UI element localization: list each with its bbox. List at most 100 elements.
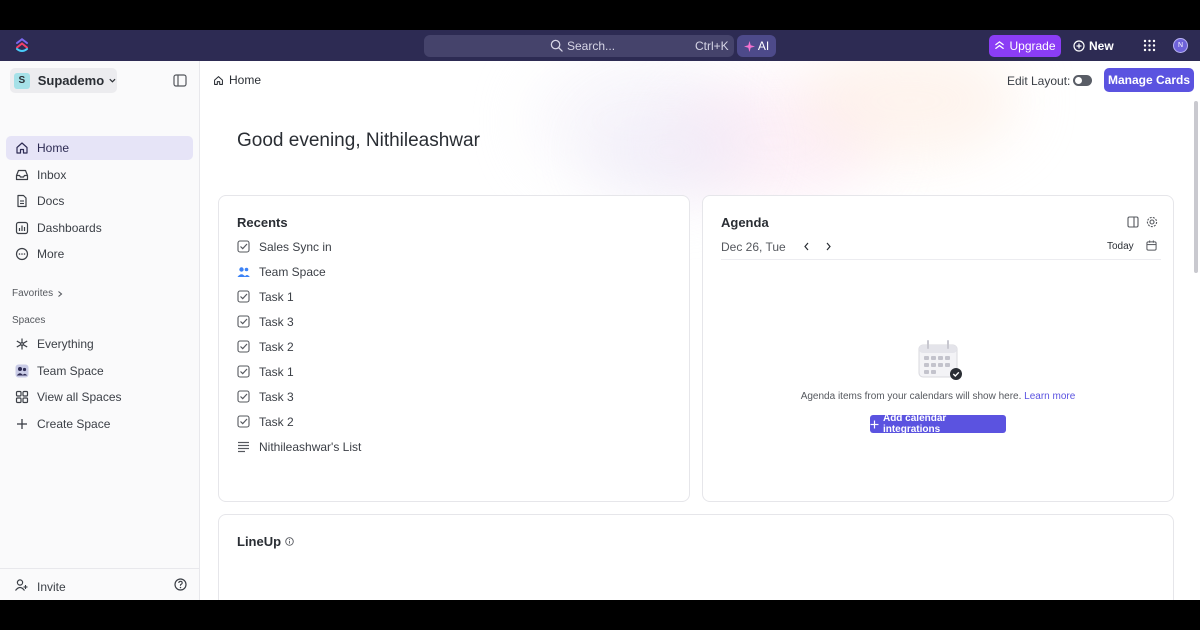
chevron-right-icon — [58, 290, 63, 297]
recent-item-label: Task 3 — [259, 315, 294, 329]
task-check-icon — [237, 390, 250, 403]
app-window: Search... Ctrl+K AI Upgrade New N S Supa… — [0, 30, 1200, 600]
sidebar-item-create-space[interactable]: Create Space — [6, 412, 193, 436]
clickup-logo-icon[interactable] — [14, 37, 30, 53]
agenda-empty-message: Agenda items from your calendars will sh… — [703, 391, 1173, 402]
task-check-icon — [237, 290, 250, 303]
workspace-switcher[interactable]: S Supademo — [10, 68, 117, 93]
sidebar: S Supademo Home Inbox Docs Dashboards Mo… — [0, 61, 200, 600]
edit-layout-label: Edit Layout: — [1007, 74, 1071, 88]
upgrade-icon — [995, 40, 1005, 49]
chevron-down-icon — [109, 78, 116, 83]
agenda-empty-text: Agenda items from your calendars will sh… — [800, 391, 1022, 402]
sidebar-item-label: Dashboards — [37, 221, 102, 235]
invite-button[interactable]: Invite — [37, 580, 66, 594]
task-check-icon — [237, 365, 250, 378]
lineup-card: LineUp — [218, 514, 1174, 600]
inbox-icon — [15, 169, 29, 181]
search-shortcut: Ctrl+K — [695, 39, 729, 53]
sidebar-item-label: Docs — [37, 194, 65, 208]
help-icon[interactable] — [174, 578, 187, 591]
agenda-date: Dec 26, Tue — [721, 240, 786, 254]
recent-item-label: Nithileashwar's List — [259, 440, 362, 454]
page-title: Good evening, Nithileashwar — [237, 130, 480, 151]
task-check-icon — [237, 240, 250, 253]
sidebar-item-label: Team Space — [37, 364, 104, 378]
upgrade-label: Upgrade — [1009, 39, 1056, 53]
recent-item-label: Task 1 — [259, 290, 294, 304]
agenda-divider — [721, 259, 1161, 260]
sidebar-item-label: Everything — [37, 337, 94, 351]
lineup-title: LineUp — [237, 534, 282, 549]
sidebar-item-everything[interactable]: Everything — [6, 332, 193, 356]
sparkle-icon — [743, 40, 755, 52]
calendar-icon[interactable] — [1146, 240, 1157, 251]
sidebar-item-label: View all Spaces — [37, 390, 122, 404]
info-icon[interactable] — [285, 537, 294, 546]
sidebar-collapse-icon[interactable] — [173, 74, 187, 87]
sidebar-item-docs[interactable]: Docs — [6, 189, 193, 213]
ai-button[interactable]: AI — [737, 35, 776, 57]
recent-item-label: Task 2 — [259, 340, 294, 354]
chevron-left-icon[interactable] — [802, 242, 811, 251]
plus-icon — [870, 420, 879, 428]
recent-item-label: Task 2 — [259, 415, 294, 429]
today-button[interactable]: Today — [1107, 241, 1134, 252]
apps-grid-icon[interactable] — [1143, 39, 1156, 52]
top-bar: Search... Ctrl+K AI Upgrade New N — [0, 30, 1200, 61]
team-icon — [237, 267, 250, 277]
plus-icon — [17, 419, 27, 429]
new-button[interactable]: New — [1073, 35, 1117, 57]
agenda-title: Agenda — [721, 215, 769, 230]
recent-item-label: Sales Sync in — [259, 240, 332, 254]
edit-layout-toggle[interactable] — [1073, 75, 1092, 86]
favorites-section[interactable]: Favorites — [12, 288, 64, 299]
sidebar-item-team-space[interactable]: Team Space — [6, 359, 193, 383]
breadcrumb-home: Home — [229, 73, 262, 87]
breadcrumb[interactable]: Home — [213, 73, 261, 87]
home-icon — [214, 75, 223, 85]
add-calendar-integrations-label: Add calendar integrations — [882, 413, 947, 435]
manage-cards-button[interactable]: Manage Cards — [1104, 68, 1194, 92]
lineup-header: LineUp — [237, 534, 294, 549]
sidebar-item-home[interactable]: Home — [6, 136, 193, 160]
recent-item-label: Task 1 — [259, 365, 294, 379]
sidebar-item-dashboards[interactable]: Dashboards — [6, 216, 193, 240]
sidebar-footer: Invite — [0, 568, 199, 600]
task-check-icon — [237, 415, 250, 428]
task-check-icon — [237, 340, 250, 353]
main-scrollbar[interactable] — [1194, 101, 1198, 273]
sidebar-item-inbox[interactable]: Inbox — [6, 163, 193, 187]
background-gradient — [590, 101, 750, 201]
dashboards-icon — [15, 221, 29, 235]
ai-label: AI — [757, 39, 770, 53]
main-content: Home Edit Layout: Manage Cards Good even… — [200, 61, 1200, 600]
list-icon — [238, 441, 249, 453]
home-icon — [16, 142, 28, 154]
side-panel-icon[interactable] — [1127, 216, 1139, 228]
user-avatar[interactable]: N — [1173, 38, 1188, 53]
sidebar-item-label: Home — [37, 141, 70, 155]
everything-icon — [16, 338, 28, 350]
search-icon — [550, 39, 563, 52]
upgrade-button[interactable]: Upgrade — [989, 35, 1061, 57]
add-calendar-integrations-button[interactable]: Add calendar integrations — [870, 413, 1006, 435]
sidebar-item-view-all-spaces[interactable]: View all Spaces — [6, 385, 193, 409]
invite-user-icon — [15, 579, 28, 591]
new-label: New — [1089, 39, 1114, 53]
agenda-card: Agenda Dec 26, Tue Today Agenda items fr… — [702, 195, 1174, 502]
team-icon — [15, 364, 29, 378]
sidebar-item-label: More — [37, 247, 65, 261]
recent-item-label: Team Space — [259, 265, 326, 279]
gear-icon[interactable] — [1146, 216, 1158, 228]
more-icon — [15, 247, 29, 261]
search-placeholder: Search... — [567, 39, 616, 53]
sidebar-item-more[interactable]: More — [6, 242, 193, 266]
learn-more-link[interactable]: Learn more — [1024, 391, 1075, 402]
calendar-illustration-icon — [918, 340, 962, 380]
chevron-right-icon[interactable] — [824, 242, 833, 251]
search-bar[interactable]: Search... Ctrl+K — [424, 35, 734, 57]
workspace-name: Supademo — [37, 73, 105, 88]
spaces-section: Spaces — [12, 315, 46, 326]
sidebar-item-label: Create Space — [37, 417, 111, 431]
